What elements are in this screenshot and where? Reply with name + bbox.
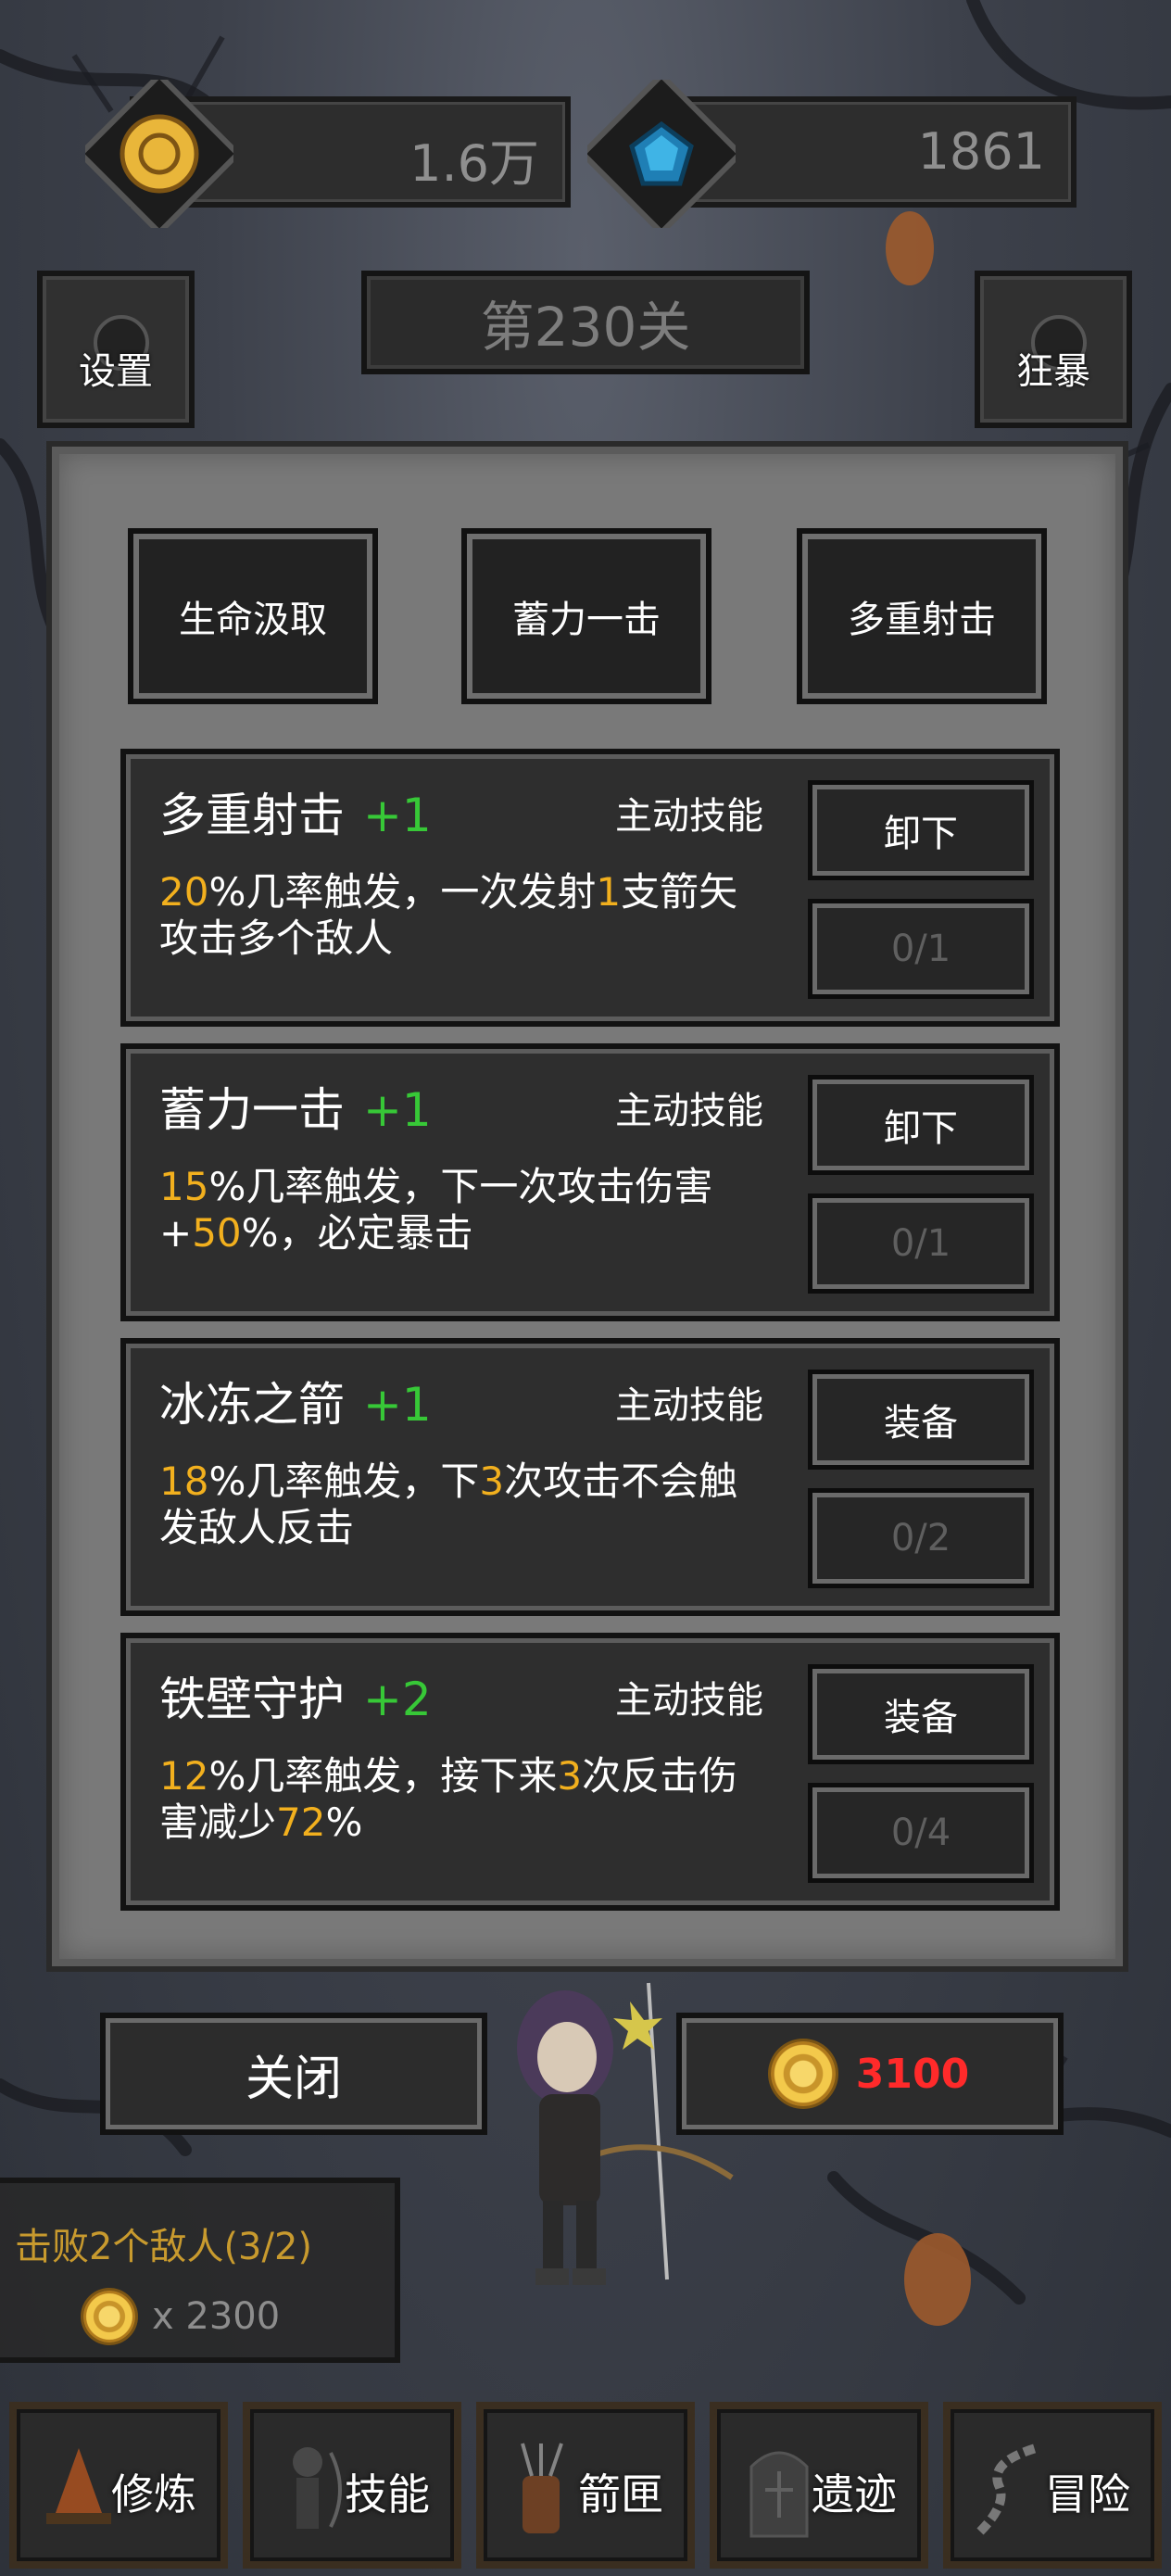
equip-button[interactable]: 装备 xyxy=(808,1664,1034,1764)
skill-level: +1 xyxy=(363,1083,432,1137)
skill-slot-1[interactable]: 生命汲取 xyxy=(128,528,378,704)
highlight-value: 3 xyxy=(479,1458,505,1504)
skill-level: +1 xyxy=(363,1378,432,1432)
gem-icon xyxy=(587,80,736,228)
coin-icon xyxy=(770,2041,836,2106)
campfire-icon xyxy=(46,2448,111,2524)
highlight-value: 15 xyxy=(159,1164,209,1209)
gem-amount: 1861 xyxy=(917,122,1045,181)
coin-icon xyxy=(85,80,233,228)
nav-item-cultivate[interactable]: 修炼 xyxy=(9,2402,228,2569)
description-text: %几率触发，接下来 xyxy=(208,1753,558,1799)
settings-label: 设置 xyxy=(79,350,153,393)
highlight-value: 1 xyxy=(596,869,622,915)
skill-slot-label: 生命汲取 xyxy=(179,599,327,641)
quiver-icon xyxy=(521,2443,563,2533)
highlight-value: 50 xyxy=(192,1210,242,1256)
skill-level: +1 xyxy=(363,789,432,842)
skill-name-text: 蓄力一击 xyxy=(159,1083,345,1137)
skill-slot-label: 多重射击 xyxy=(848,599,996,641)
highlight-value: 3 xyxy=(557,1753,583,1799)
skill-name: 铁壁守护 +2 xyxy=(159,1662,432,1729)
skill-card: 多重射击 +1 主动技能 20%几率触发，一次发射1支箭矢攻击多个敌人 卸下 0/1 xyxy=(120,749,1060,1027)
level-label: 第230关 xyxy=(480,296,691,359)
nav-label: 技能 xyxy=(345,2469,430,2519)
skill-count: 0/4 xyxy=(808,1783,1034,1883)
quest-reward: x 2300 xyxy=(83,2291,280,2342)
skill-type: 主动技能 xyxy=(615,795,763,838)
equip-button[interactable]: 装备 xyxy=(808,1370,1034,1470)
action-label: 卸下 xyxy=(884,1107,958,1150)
settings-button[interactable]: 设置 xyxy=(37,271,195,428)
skill-card: 铁壁守护 +2 主动技能 12%几率触发，接下来3次反击伤害减少72% 装备 0/4 xyxy=(120,1633,1060,1911)
description-text: %，必定暴击 xyxy=(241,1210,473,1256)
skill-slot-2[interactable]: 蓄力一击 xyxy=(461,528,711,704)
skill-count-text: 0/2 xyxy=(890,1517,951,1559)
skill-description: 20%几率触发，一次发射1支箭矢攻击多个敌人 xyxy=(159,869,752,962)
nav-item-quiver[interactable]: 箭匣 xyxy=(476,2402,695,2569)
skill-modal: 生命汲取 蓄力一击 多重射击 多重射击 +1 主动技能 20%几率触发，一次发射1支箭… xyxy=(52,447,1123,1966)
rage-button[interactable]: 狂暴 xyxy=(975,271,1132,428)
skill-level: +2 xyxy=(363,1673,432,1726)
level-indicator: 第230关 xyxy=(361,271,810,374)
nav-label: 箭匣 xyxy=(578,2469,663,2519)
buy-skill-button[interactable]: 3100 xyxy=(676,2013,1064,2135)
skill-count-text: 0/1 xyxy=(890,1222,951,1265)
archer-icon xyxy=(293,2447,342,2529)
description-text: %几率触发，一次发射 xyxy=(208,869,597,915)
rune-stone-icon xyxy=(749,2451,809,2538)
nav-label: 修炼 xyxy=(111,2469,196,2519)
skill-type: 主动技能 xyxy=(615,1090,763,1132)
description-text: %几率触发，下 xyxy=(208,1458,480,1504)
skill-count: 0/1 xyxy=(808,1193,1034,1294)
skill-count: 0/1 xyxy=(808,899,1034,999)
description-text: % xyxy=(325,1799,363,1845)
skill-name-text: 冰冻之箭 xyxy=(159,1378,345,1432)
action-label: 装备 xyxy=(884,1697,958,1739)
close-label: 关闭 xyxy=(245,2051,342,2107)
close-button[interactable]: 关闭 xyxy=(100,2013,487,2135)
skill-count-text: 0/4 xyxy=(890,1812,951,1854)
highlight-value: 18 xyxy=(159,1458,209,1504)
action-label: 装备 xyxy=(884,1402,958,1445)
skill-description: 12%几率触发，接下来3次反击伤害减少72% xyxy=(159,1753,752,1846)
skill-name: 蓄力一击 +1 xyxy=(159,1073,432,1140)
path-icon xyxy=(976,2443,1038,2535)
buy-price: 3100 xyxy=(855,2050,970,2098)
skill-card: 冰冻之箭 +1 主动技能 18%几率触发，下3次攻击不会触发敌人反击 装备 0/2 xyxy=(120,1338,1060,1616)
skill-type: 主动技能 xyxy=(615,1679,763,1722)
nav-label: 遗迹 xyxy=(812,2469,897,2519)
skill-type: 主动技能 xyxy=(615,1384,763,1427)
rage-label: 狂暴 xyxy=(1016,350,1090,393)
unequip-button[interactable]: 卸下 xyxy=(808,1075,1034,1175)
skill-card: 蓄力一击 +1 主动技能 15%几率触发，下一次攻击伤害+50%，必定暴击 卸下 0/1 xyxy=(120,1043,1060,1321)
skill-count-text: 0/1 xyxy=(890,928,951,970)
skill-name: 多重射击 +1 xyxy=(159,778,432,845)
skill-description: 15%几率触发，下一次攻击伤害+50%，必定暴击 xyxy=(159,1164,752,1256)
highlight-value: 20 xyxy=(159,869,209,915)
quest-text: 击败2个敌人(3/2) xyxy=(15,2226,313,2268)
skill-slot-3[interactable]: 多重射击 xyxy=(797,528,1047,704)
highlight-value: 12 xyxy=(159,1753,209,1799)
quest-reward-amount: x 2300 xyxy=(152,2295,281,2338)
coin-icon xyxy=(83,2291,135,2342)
coin-amount: 1.6万 xyxy=(409,134,539,193)
skill-slot-label: 蓄力一击 xyxy=(512,599,661,641)
skill-name-text: 铁壁守护 xyxy=(159,1673,345,1726)
nav-item-ruins[interactable]: 遗迹 xyxy=(710,2402,928,2569)
skill-count: 0/2 xyxy=(808,1488,1034,1588)
bottom-nav: 修炼 技能 箭匣 遗迹 冒险 xyxy=(0,2393,1171,2576)
skill-name-text: 多重射击 xyxy=(159,789,345,842)
highlight-value: 72 xyxy=(276,1799,326,1845)
skill-description: 18%几率触发，下3次攻击不会触发敌人反击 xyxy=(159,1458,752,1551)
quest-panel[interactable]: 击败2个敌人(3/2) x 2300 xyxy=(0,2178,400,2363)
nav-item-skills[interactable]: 技能 xyxy=(243,2402,461,2569)
nav-label: 冒险 xyxy=(1045,2469,1130,2519)
action-label: 卸下 xyxy=(884,813,958,855)
nav-item-adventure[interactable]: 冒险 xyxy=(943,2402,1162,2569)
unequip-button[interactable]: 卸下 xyxy=(808,780,1034,880)
skill-name: 冰冻之箭 +1 xyxy=(159,1368,432,1434)
